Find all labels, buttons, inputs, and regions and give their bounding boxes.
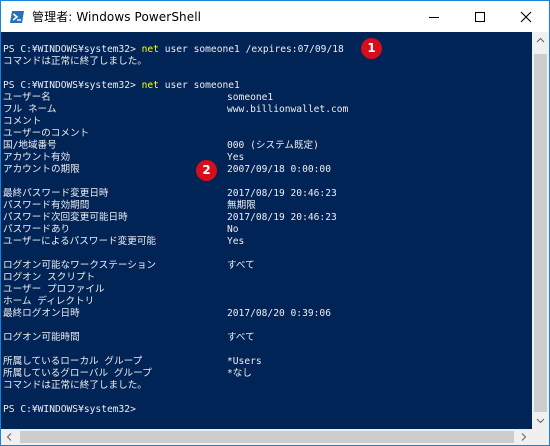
command-keyword: net: [141, 80, 159, 91]
property-value: www.billionwallet.com: [227, 104, 349, 115]
user-property-row: ログオン可能なワークステーション すべて: [3, 260, 255, 272]
property-value: 2017/08/19 20:46:23: [227, 212, 337, 223]
property-value: すべて: [227, 332, 255, 343]
command-line-2: PS C:¥WINDOWS¥system32> net user someone…: [3, 80, 240, 92]
user-property-row: ホーム ディレクトリ: [3, 296, 94, 308]
property-label: 所属しているグローバル グループ: [3, 368, 152, 379]
powershell-icon: [10, 11, 24, 23]
property-label: フル ネーム: [3, 104, 57, 115]
user-property-row: ユーザーによるパスワード変更可能 Yes: [3, 236, 244, 248]
property-label: ホーム ディレクトリ: [3, 296, 95, 307]
scroll-down-button[interactable]: [532, 412, 549, 429]
maximize-icon: [475, 12, 485, 22]
horizontal-scrollbar[interactable]: [1, 429, 532, 445]
property-label: コメント: [3, 116, 42, 127]
chevron-right-icon: [521, 433, 527, 441]
property-value: *Users: [227, 356, 262, 367]
resize-corner[interactable]: [532, 429, 549, 445]
user-property-row: アカウントの期限 2007/09/18 0:00:00: [3, 164, 331, 176]
annotation-marker-1: 1: [361, 38, 382, 59]
user-property-row: フル ネーム www.billionwallet.com: [3, 104, 348, 116]
property-label: ユーザー プロファイル: [3, 284, 105, 295]
user-property-row: 所属しているローカル グループ *Users: [3, 356, 262, 368]
annotation-marker-2: 2: [196, 160, 217, 181]
property-value: 2017/08/19 20:46:23: [227, 188, 337, 199]
close-icon: [520, 11, 532, 23]
property-label: ログオン可能時間: [3, 332, 80, 343]
user-property-row: 所属しているグローバル グループ *なし: [3, 368, 252, 380]
user-property-row: パスワードあり No: [3, 224, 239, 236]
user-property-row: パスワード有効期間 無期限: [3, 200, 256, 212]
command-args: user someone1: [158, 80, 240, 91]
user-property-row: パスワード次回変更可能日時 2017/08/19 20:46:23: [3, 212, 337, 224]
prompt-text: PS C:¥WINDOWS¥system32>: [3, 44, 142, 55]
property-value: 2017/08/20 0:39:06: [227, 308, 331, 319]
property-label: ログオン可能なワークステーション: [3, 260, 157, 271]
property-value: No: [227, 224, 239, 235]
user-property-row: ユーザー名 someone1: [3, 92, 273, 104]
user-property-row: ユーザー プロファイル: [3, 284, 105, 296]
window-title: 管理者: Windows PowerShell: [32, 10, 202, 24]
result-line-2: コマンドは正常に終了しました。: [3, 380, 147, 391]
property-label: パスワード有効期間: [3, 200, 90, 211]
property-value: すべて: [227, 260, 255, 271]
property-value: Yes: [227, 152, 245, 163]
chevron-down-icon: [536, 418, 545, 424]
property-value: *なし: [227, 368, 252, 379]
user-property-row: ログオン可能時間 すべて: [3, 332, 255, 344]
property-label: アカウント有効: [3, 152, 71, 163]
property-label: 最終ログオン日時: [3, 308, 80, 319]
user-property-row: 最終ログオン日時 2017/08/20 0:39:06: [3, 308, 331, 320]
powershell-window: 管理者: Windows PowerShell PS C:¥WINDOWS¥sy…: [0, 0, 550, 446]
prompt-text: PS C:¥WINDOWS¥system32>: [3, 80, 142, 91]
scroll-left-button[interactable]: [1, 429, 18, 445]
horizontal-scroll-thumb[interactable]: [20, 431, 514, 443]
chevron-left-icon: [6, 433, 12, 441]
property-label: パスワード次回変更可能日時: [3, 212, 128, 223]
property-value: Yes: [227, 236, 245, 247]
property-value: 000 (システム既定): [227, 140, 319, 151]
property-label: パスワードあり: [3, 224, 71, 235]
user-property-row: アカウント有効 Yes: [3, 152, 244, 164]
user-property-row: コメント: [3, 116, 41, 128]
console-output[interactable]: PS C:¥WINDOWS¥system32> net user someone…: [1, 32, 532, 429]
chevron-up-icon: [536, 37, 545, 43]
minimize-button[interactable]: [411, 1, 457, 32]
close-button[interactable]: [503, 1, 549, 32]
user-property-row: 国/地域番号 000 (システム既定): [3, 140, 319, 152]
user-property-row: ユーザーのコメント: [3, 128, 89, 140]
property-label: ユーザーのコメント: [3, 128, 90, 139]
final-prompt: PS C:¥WINDOWS¥system32>: [3, 404, 136, 415]
result-line-1: コマンドは正常に終了しました。: [3, 56, 147, 67]
command-args: user someone1 /expires:07/09/18: [158, 44, 344, 55]
vertical-scroll-thumb[interactable]: [534, 54, 547, 412]
command-line-1: PS C:¥WINDOWS¥system32> net user someone…: [3, 44, 344, 56]
command-keyword: net: [141, 44, 159, 55]
property-value: 2007/09/18 0:00:00: [227, 164, 331, 175]
minimize-icon: [429, 17, 439, 18]
property-label: ログオン スクリプト: [3, 272, 96, 283]
property-label: 国/地域番号: [3, 140, 57, 151]
property-label: ユーザー名: [3, 92, 51, 103]
maximize-button[interactable]: [457, 1, 503, 32]
property-label: 最終パスワード変更日時: [3, 188, 109, 199]
scroll-right-button[interactable]: [515, 429, 532, 445]
title-bar[interactable]: 管理者: Windows PowerShell: [1, 1, 549, 32]
property-label: アカウントの期限: [3, 164, 80, 175]
scroll-up-button[interactable]: [532, 32, 549, 49]
property-label: ユーザーによるパスワード変更可能: [3, 236, 157, 247]
property-value: 無期限: [227, 200, 256, 211]
property-label: 所属しているローカル グループ: [3, 356, 143, 367]
user-property-row: ログオン スクリプト: [3, 272, 95, 284]
user-property-row: 最終パスワード変更日時 2017/08/19 20:46:23: [3, 188, 337, 200]
vertical-scrollbar[interactable]: [532, 32, 549, 429]
property-value: someone1: [227, 92, 274, 103]
